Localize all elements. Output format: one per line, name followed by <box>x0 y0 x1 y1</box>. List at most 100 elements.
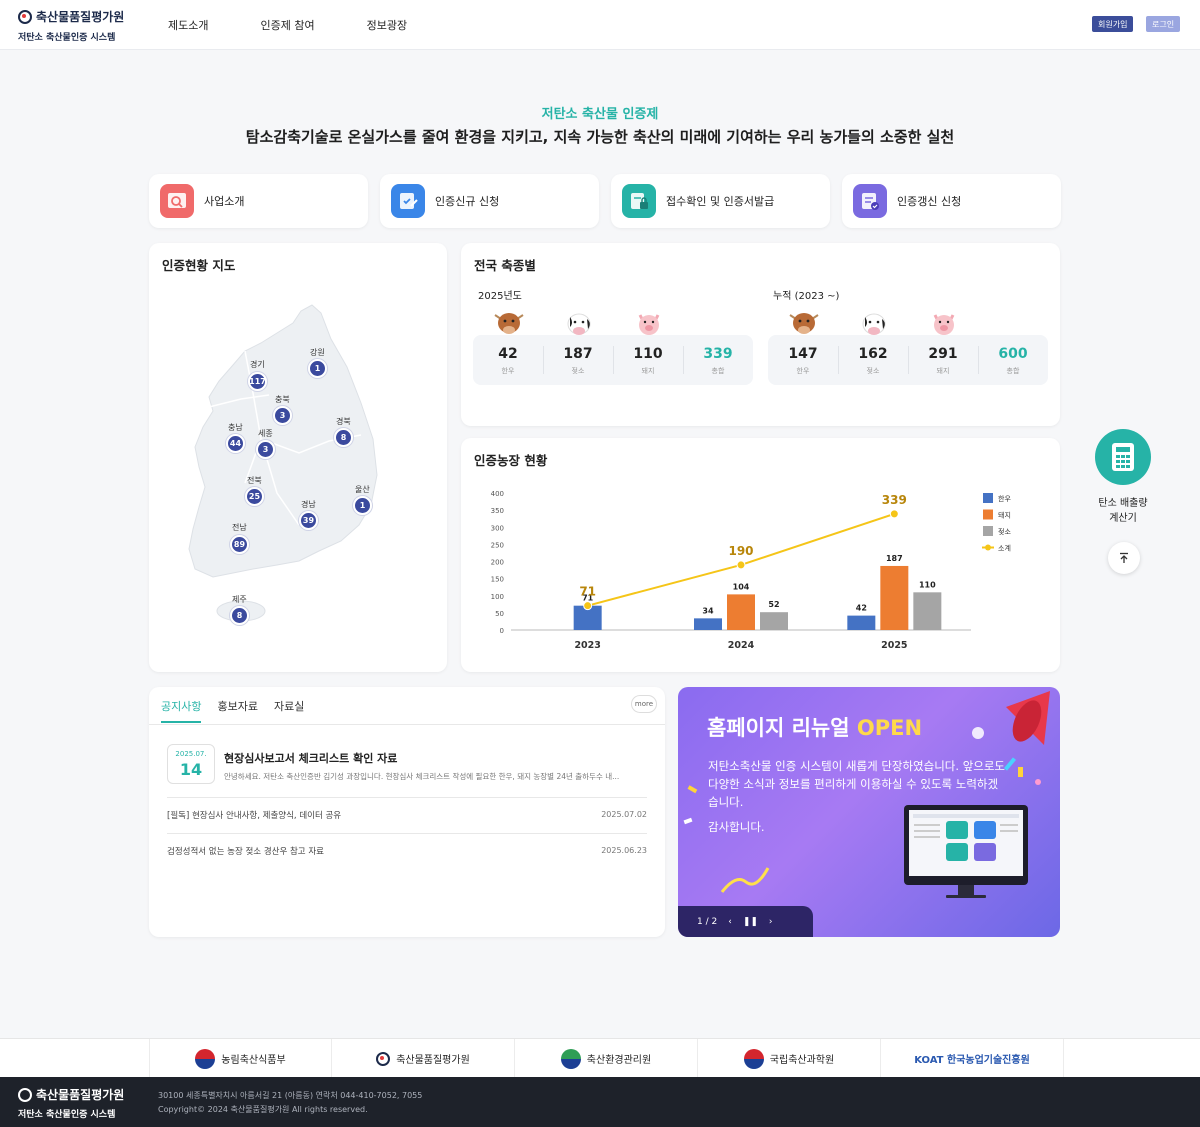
stat-total: 339 총합 <box>683 335 753 385</box>
region-pin-jeonbuk[interactable]: 25 <box>245 487 264 506</box>
notice-row-title: [필독] 현장심사 안내사항, 제출양식, 데이터 공유 <box>167 810 342 821</box>
nav-item-participate[interactable]: 인증제 참여 <box>260 17 314 33</box>
legend-label: 소계 <box>998 544 1011 553</box>
featured-notice-title[interactable]: 현장심사보고서 체크리스트 확인 자료 <box>224 750 397 766</box>
bar-data-label: 42 <box>856 604 867 613</box>
region-label-jeonbuk: 전북 <box>247 476 262 485</box>
notice-row-date: 2025.07.02 <box>601 810 647 819</box>
stat-hanwoo: 42 한우 <box>498 346 518 375</box>
region-pin-gyeongnam[interactable]: 39 <box>299 511 318 530</box>
site-footer: 축산물품질평가원 저탄소 축산물인증 시스템 30100 세종특별자치시 아름서… <box>0 1077 1200 1127</box>
site-header: 축산물품질평가원 저탄소 축산물인증 시스템 제도소개 인증제 참여 정보광장 … <box>0 0 1200 50</box>
stats-box-2025: 42 한우 187 젖소 110 돼지 339 총합 <box>473 335 753 385</box>
lock-document-icon <box>622 184 656 218</box>
legend-label: 젖소 <box>998 528 1011 536</box>
group-label-2025: 2025년도 <box>478 291 522 302</box>
notice-row[interactable]: 검정성적서 없는 농장 젖소 경산우 참고 자료 2025.06.23 <box>167 833 647 867</box>
edit-form-icon <box>391 184 425 218</box>
bar <box>847 615 876 630</box>
region-pin-ulsan[interactable]: 1 <box>353 496 372 515</box>
region-pin-gyeonggi[interactable]: 117 <box>248 372 267 391</box>
bar-data-label: 34 <box>702 606 714 615</box>
logo-org-name: 축산물품질평가원 <box>36 10 125 24</box>
checklist-icon <box>853 184 887 218</box>
region-pin-gyeongbuk[interactable]: 8 <box>334 428 353 447</box>
login-button[interactable]: 로그인 <box>1146 16 1181 32</box>
prev-slide-button[interactable]: ‹ <box>728 917 732 927</box>
more-button[interactable]: more <box>631 695 657 713</box>
bar <box>880 565 909 630</box>
quick-link-label: 인증신규 신청 <box>435 195 500 208</box>
scroll-top-button[interactable] <box>1108 542 1140 574</box>
carbon-calculator-button[interactable] <box>1095 429 1151 485</box>
tab-promotion[interactable]: 홍보자료 <box>217 698 257 723</box>
nav-item-intro[interactable]: 제도소개 <box>168 17 208 33</box>
bar <box>694 618 722 630</box>
notice-board-card: 공지사항 홍보자료 자료실 more 2025.07. 14 현장심사보고서 체… <box>149 687 665 937</box>
tab-notice[interactable]: 공지사항 <box>161 698 202 723</box>
banner-body: 저탄소축산물 인증 시스템이 새롭게 단장하였습니다. 앞으로도 다양한 소식과… <box>708 759 1006 809</box>
y-tick-label: 0 <box>500 627 504 635</box>
stat-dairy: 187 젖소 <box>543 335 613 385</box>
logo-mark-icon <box>18 1087 32 1102</box>
featured-date-ym: 2025.07. <box>175 750 207 758</box>
partner-lemi[interactable]: 축산환경관리원 <box>515 1039 698 1078</box>
search-document-icon <box>160 184 194 218</box>
notice-row[interactable]: [필독] 현장심사 안내사항, 제출양식, 데이터 공유 2025.07.02 <box>167 797 647 831</box>
tab-archive[interactable]: 자료실 <box>274 698 304 723</box>
region-label-gyeongbuk: 경북 <box>336 417 351 426</box>
banner-thanks: 감사합니다. <box>708 820 765 834</box>
region-label-jeju: 제주 <box>232 595 247 604</box>
logo-system-name: 저탄소 축산물인증 시스템 <box>18 33 116 43</box>
lemi-logo-icon <box>560 1048 581 1069</box>
legend-swatch <box>985 544 991 551</box>
region-pin-chungnam[interactable]: 44 <box>226 434 245 453</box>
region-pin-jeju[interactable]: 8 <box>230 606 249 625</box>
notice-tabs: 공지사항 홍보자료 자료실 <box>161 698 304 723</box>
quick-link-certificate[interactable]: 접수확인 및 인증서발급 <box>611 174 830 228</box>
nav-item-info[interactable]: 정보광장 <box>367 17 407 33</box>
quick-link-label: 인증갱신 신청 <box>897 195 962 208</box>
next-slide-button[interactable]: › <box>769 917 773 927</box>
logo-mark-icon <box>376 1051 391 1066</box>
renewal-banner[interactable]: 홈페이지 리뉴얼 OPEN 저탄소축산물 인증 시스템이 새롭게 단장하였습니다… <box>678 687 1060 937</box>
region-label-chungbuk: 충북 <box>275 395 290 404</box>
y-tick-label: 50 <box>495 610 504 618</box>
y-tick-label: 350 <box>491 507 504 515</box>
partner-koat[interactable]: KOAT 한국농업기술진흥원 <box>881 1039 1064 1078</box>
region-pin-chungbuk[interactable]: 3 <box>273 406 292 425</box>
partner-nias[interactable]: 국립축산과학원 <box>698 1039 881 1078</box>
taeguk-icon <box>195 1048 216 1069</box>
quick-link-renewal[interactable]: 인증갱신 신청 <box>842 174 1061 228</box>
region-pin-sejong[interactable]: 3 <box>256 440 275 459</box>
region-pin-gangwon[interactable]: 1 <box>308 359 327 378</box>
calculator-label: 탄소 배출량 계산기 <box>1098 498 1148 524</box>
pause-button[interactable]: ❚❚ <box>743 917 758 927</box>
region-label-sejong: 세종 <box>258 429 273 438</box>
quick-link-intro[interactable]: 사업소개 <box>149 174 368 228</box>
banner-pager: 1 / 2 ‹ ❚❚ › <box>678 906 813 937</box>
arrow-up-icon <box>1120 552 1128 563</box>
featured-date-box: 2025.07. 14 <box>167 744 215 784</box>
main-nav: 제도소개 인증제 참여 정보광장 <box>168 17 407 33</box>
region-pin-jeonnam[interactable]: 89 <box>230 535 249 554</box>
bar <box>727 594 755 630</box>
stat-pig: 291 돼지 <box>908 335 978 385</box>
partner-ekape[interactable]: 축산물품질평가원 <box>332 1039 515 1078</box>
total-data-label: 190 <box>728 544 753 558</box>
bar-data-label: 187 <box>886 554 903 563</box>
stat-hanwoo: 147 한우 <box>788 346 818 375</box>
site-logo[interactable]: 축산물품질평가원 저탄소 축산물인증 시스템 <box>18 8 124 43</box>
join-button[interactable]: 회원가입 <box>1092 16 1134 32</box>
stat-dairy: 162 젖소 <box>838 335 908 385</box>
x-tick-label: 2024 <box>728 640 755 651</box>
partner-mafra[interactable]: 농림축산식품부 <box>149 1039 332 1078</box>
y-tick-label: 100 <box>491 593 504 601</box>
featured-notice-summary: 안녕하세요. 저탄소 축산인증반 김기성 과장입니다. 현장심사 체크리스트 작… <box>224 772 620 781</box>
region-label-gyeongnam: 경남 <box>301 500 316 509</box>
legend-swatch <box>983 526 993 536</box>
total-line <box>587 512 895 607</box>
korea-map <box>188 304 378 622</box>
quick-link-new-application[interactable]: 인증신규 신청 <box>380 174 599 228</box>
legend-swatch <box>983 509 993 520</box>
